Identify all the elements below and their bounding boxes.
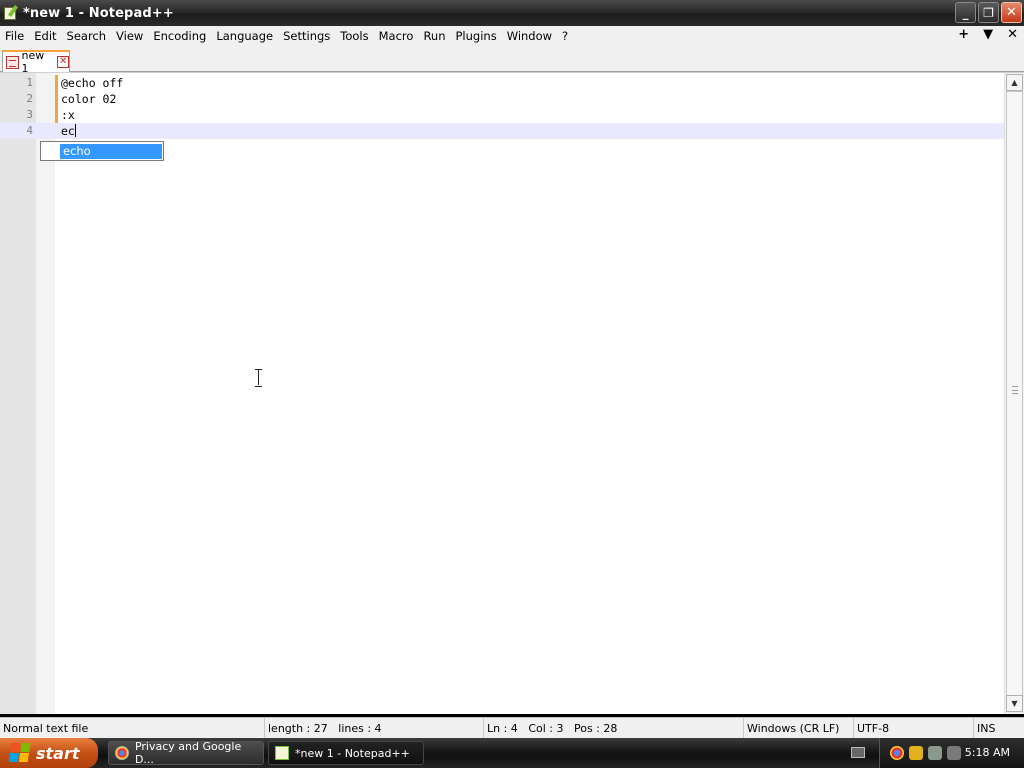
notepadpp-icon	[275, 746, 289, 760]
chrome-tray-icon[interactable]	[890, 746, 904, 760]
unsaved-file-icon	[6, 55, 19, 69]
line-text: color 02	[61, 92, 117, 106]
taskbar-item-label: *new 1 - Notepad++	[295, 746, 410, 760]
autocomplete-item-selected[interactable]: echo	[60, 144, 162, 159]
autocomplete-popup[interactable]: echo	[40, 141, 164, 161]
tab-list-dropdown-icon[interactable]: ▼	[983, 27, 993, 42]
menu-help[interactable]: ?	[557, 29, 573, 43]
line-number: 2	[26, 92, 33, 105]
line-text: ec	[61, 124, 75, 138]
status-lines-value: lines : 4	[338, 722, 382, 735]
line-text-with-caret: ec	[61, 123, 76, 139]
chrome-icon	[115, 746, 129, 760]
ibeam-cursor-icon	[255, 369, 263, 387]
vertical-scrollbar[interactable]: ▲ ▼	[1004, 73, 1024, 714]
start-label: start	[36, 743, 80, 763]
tab-close-icon[interactable]: ✕	[57, 56, 69, 68]
line-number-gutter	[0, 73, 36, 714]
menu-macro[interactable]: Macro	[374, 29, 419, 43]
keyboard-icon[interactable]	[851, 747, 865, 758]
status-pos: Pos : 28	[573, 722, 618, 735]
new-tab-icon[interactable]: +	[958, 27, 969, 42]
taskbar-item-chrome[interactable]: Privacy and Google D...	[108, 740, 264, 766]
status-ln: Ln : 4	[487, 722, 518, 735]
menu-tools[interactable]: Tools	[335, 29, 373, 43]
line-number: 3	[26, 108, 33, 121]
status-encoding[interactable]: UTF-8	[853, 718, 889, 739]
taskbar-item-notepadpp[interactable]: *new 1 - Notepad++	[268, 741, 424, 765]
menu-encoding[interactable]: Encoding	[148, 29, 211, 43]
menu-settings[interactable]: Settings	[278, 29, 335, 43]
scroll-up-arrow-icon[interactable]: ▲	[1006, 74, 1023, 91]
line-number: 4	[26, 124, 33, 137]
fold-margin[interactable]	[36, 73, 55, 714]
shield-icon[interactable]	[909, 746, 923, 760]
status-file-type: Normal text file	[3, 722, 89, 735]
volume-icon[interactable]	[947, 746, 961, 760]
code-line[interactable]: 2 color 02	[0, 91, 1004, 107]
network-icon[interactable]	[928, 746, 942, 760]
close-document-icon[interactable]: ✕	[1007, 27, 1018, 42]
grip-icon	[1012, 386, 1018, 394]
restore-button[interactable]: ❐	[978, 2, 999, 23]
status-length: length : 27 lines : 4	[264, 718, 382, 739]
code-lines: 1 @echo off 2 color 02 3 :x 4 ec	[0, 75, 1004, 139]
windows-flag-icon	[8, 743, 32, 763]
menu-edit[interactable]: Edit	[29, 29, 61, 43]
line-text: :x	[61, 108, 75, 122]
status-position: Ln : 4 Col : 3 Pos : 28	[483, 718, 617, 739]
notepadpp-icon	[3, 4, 19, 21]
taskbar-item-label: Privacy and Google D...	[134, 740, 242, 766]
status-insert-mode[interactable]: INS	[973, 718, 995, 739]
menu-view[interactable]: View	[111, 29, 148, 43]
line-text: @echo off	[61, 76, 124, 90]
current-code-line[interactable]: 4 ec	[0, 123, 1004, 139]
tab-bar: new 1 ✕	[0, 46, 1024, 75]
title-bar[interactable]: *new 1 - Notepad++ _ ❐ ✕	[0, 0, 1024, 26]
editor-area[interactable]: 1 @echo off 2 color 02 3 :x 4 ec echo ▲ …	[0, 72, 1024, 714]
menu-window[interactable]: Window	[502, 29, 557, 43]
start-button[interactable]: start	[0, 738, 98, 768]
scrollbar-thumb[interactable]	[1006, 91, 1023, 696]
tab-new-1[interactable]: new 1 ✕	[2, 49, 70, 75]
menu-bar: File Edit Search View Encoding Language …	[0, 26, 1024, 46]
close-button[interactable]: ✕	[1001, 2, 1022, 23]
menu-file[interactable]: File	[0, 29, 29, 43]
system-tray: 5:18 AM	[879, 738, 1024, 768]
menu-search[interactable]: Search	[62, 29, 112, 43]
menu-plugins[interactable]: Plugins	[451, 29, 502, 43]
code-line[interactable]: 3 :x	[0, 107, 1004, 123]
taskbar: start Privacy and Google D... *new 1 - N…	[0, 738, 1024, 768]
text-caret	[74, 124, 76, 137]
scroll-down-arrow-icon[interactable]: ▼	[1006, 695, 1023, 712]
status-bar: Normal text file length : 27 lines : 4 L…	[0, 717, 1024, 739]
status-length-value: length : 27	[268, 722, 328, 735]
menu-language[interactable]: Language	[211, 29, 278, 43]
window-title: *new 1 - Notepad++	[23, 5, 174, 21]
clock[interactable]: 5:18 AM	[965, 746, 1010, 759]
menu-run[interactable]: Run	[418, 29, 450, 43]
code-line[interactable]: 1 @echo off	[0, 75, 1004, 91]
line-number: 1	[26, 76, 33, 89]
status-eol[interactable]: Windows (CR LF)	[743, 718, 839, 739]
minimize-button[interactable]: _	[955, 2, 976, 23]
status-col: Col : 3	[528, 722, 564, 735]
